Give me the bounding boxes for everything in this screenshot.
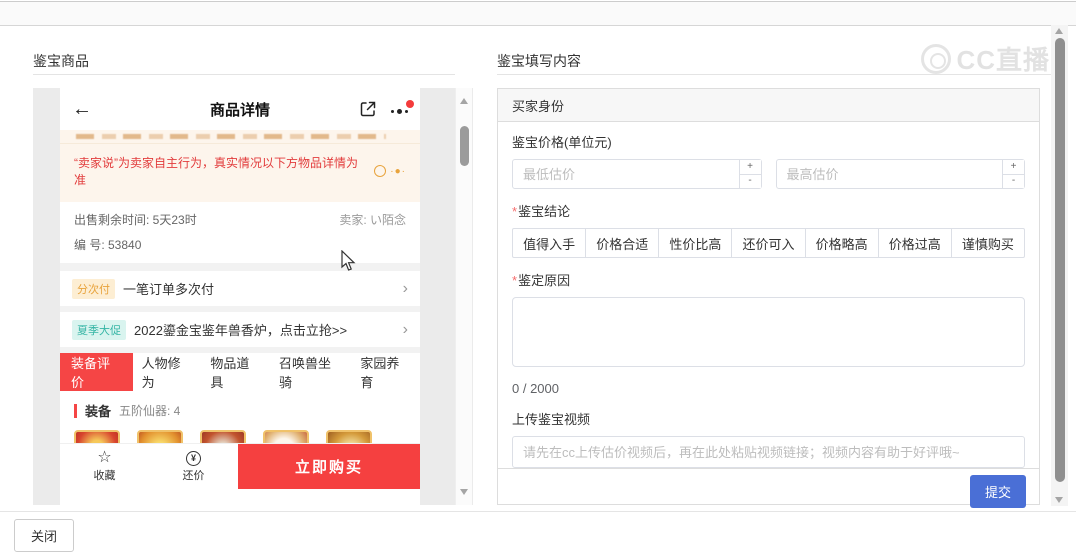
min-price-input-wrap: + - xyxy=(512,159,762,189)
tab-pets[interactable]: 召唤兽坐骑 xyxy=(270,353,351,391)
scroll-down-icon[interactable] xyxy=(1055,497,1063,503)
item-number: 编 号: 53840 xyxy=(74,238,142,252)
reason-textarea[interactable] xyxy=(512,297,1025,367)
tab-home[interactable]: 家园养育 xyxy=(351,353,420,391)
purchase-action-bar: ☆ 收藏 ¥ 还价 立即购买 xyxy=(60,444,420,489)
conclusion-fair-price[interactable]: 价格合适 xyxy=(585,228,660,258)
video-label: 上传鉴宝视频 xyxy=(512,412,591,427)
favorite-label: 收藏 xyxy=(93,470,116,482)
conclusion-label: *鉴宝结论 xyxy=(512,204,571,219)
bargain-label: 还价 xyxy=(182,469,205,482)
tab-character[interactable]: 人物修为 xyxy=(133,353,202,391)
required-asterisk: * xyxy=(512,204,518,219)
conclusion-button-group: 值得入手 价格合适 性价比高 还价可入 价格略高 价格过高 谨慎购买 xyxy=(512,228,1025,258)
product-preview-panel: ← 商品详情 “卖家说”为卖家自主行为，真实情况以下方物品详情为准 ·●· 出售… xyxy=(33,88,473,505)
bargain-icon: ¥ xyxy=(186,450,201,466)
star-icon: ☆ xyxy=(97,449,112,466)
equipment-subtitle: 五阶仙器: 4 xyxy=(119,404,181,418)
conclusion-bargain-ok[interactable]: 还价可入 xyxy=(731,228,806,258)
product-detail-header: ← 商品详情 xyxy=(60,88,420,130)
product-detail-view: ← 商品详情 “卖家说”为卖家自主行为，真实情况以下方物品详情为准 ·●· 出售… xyxy=(60,88,420,505)
conclusion-slightly-high[interactable]: 价格略高 xyxy=(804,228,879,258)
price-label: 鉴宝价格(单位元) xyxy=(512,135,612,150)
scroll-up-icon[interactable] xyxy=(460,98,468,104)
footer-divider xyxy=(0,511,1076,512)
promo-row[interactable]: 夏季大促 2022鎏金宝鉴年兽香炉，点击立抢>> › xyxy=(60,312,420,347)
form-footer: 提交 xyxy=(498,468,1039,513)
appraisal-form-card: 买家身份 鉴宝价格(单位元) + - + - *鉴宝结论 值得入手 价格 xyxy=(497,88,1040,508)
conclusion-too-high[interactable]: 价格过高 xyxy=(877,228,952,258)
reason-label: *鉴定原因 xyxy=(512,273,571,288)
scroll-down-icon[interactable] xyxy=(460,489,468,495)
installment-badge: 分次付 xyxy=(72,278,115,299)
favorite-button[interactable]: ☆ 收藏 xyxy=(60,444,149,489)
installment-text: 一笔订单多次付 xyxy=(123,282,215,297)
max-price-input[interactable] xyxy=(776,166,998,182)
required-asterisk: * xyxy=(512,273,518,288)
more-menu-icon[interactable] xyxy=(391,99,414,114)
min-price-input[interactable] xyxy=(513,166,735,182)
min-price-increment-button[interactable]: + xyxy=(739,160,761,175)
notice-dots-icon: ·●· xyxy=(390,165,406,177)
notification-dot xyxy=(406,99,414,108)
remaining-time: 出售剩余时间: 5天23时 xyxy=(74,213,197,227)
share-icon[interactable] xyxy=(359,100,377,118)
submit-button[interactable]: 提交 xyxy=(969,474,1026,508)
buy-now-button[interactable]: 立即购买 xyxy=(238,444,420,489)
tab-equip-review[interactable]: 装备评价 xyxy=(60,353,133,391)
max-price-input-wrap: + - xyxy=(775,159,1025,189)
seller-notice-text: “卖家说”为卖家自主行为，真实情况以下方物品详情为准 xyxy=(74,156,358,187)
promo-text: 2022鎏金宝鉴年兽香炉，点击立抢>> xyxy=(134,323,348,338)
cc-live-watermark: CC直播 xyxy=(921,40,1050,77)
conclusion-worth-buying[interactable]: 值得入手 xyxy=(512,228,587,258)
top-bar xyxy=(0,1,1076,26)
equipment-title: 装备 xyxy=(85,404,112,419)
chevron-right-icon: › xyxy=(402,279,408,297)
max-price-decrement-button[interactable]: - xyxy=(1003,174,1024,188)
max-price-increment-button[interactable]: + xyxy=(1003,160,1024,175)
page-scrollbar[interactable] xyxy=(1051,25,1068,506)
promo-badge: 夏季大促 xyxy=(72,319,126,340)
installment-row[interactable]: 分次付 一笔订单多次付 › xyxy=(60,271,420,306)
min-price-decrement-button[interactable]: - xyxy=(739,174,761,188)
video-link-input[interactable] xyxy=(512,436,1025,468)
left-panel-title: 鉴宝商品 xyxy=(33,53,89,69)
bargain-button[interactable]: ¥ 还价 xyxy=(149,444,238,489)
sale-info: 出售剩余时间: 5天23时 卖家: い陌念 编 号: 53840 xyxy=(60,202,420,263)
buyer-identity-header: 买家身份 xyxy=(498,89,1039,122)
char-counter: 0 / 2000 xyxy=(512,381,559,396)
section-marker xyxy=(74,403,77,418)
left-panel-divider xyxy=(33,74,455,75)
seller-name: 卖家: い陌念 xyxy=(339,213,406,227)
conclusion-buy-cautiously[interactable]: 谨慎购买 xyxy=(950,228,1025,258)
scrollbar-thumb[interactable] xyxy=(1054,38,1065,482)
clipped-text-line xyxy=(60,130,420,144)
seller-notice: “卖家说”为卖家自主行为，真实情况以下方物品详情为准 ·●· xyxy=(60,144,420,202)
scrollbar-thumb[interactable] xyxy=(460,126,469,166)
category-tabbar: 装备评价 人物修为 物品道具 召唤兽坐骑 家园养育 xyxy=(60,353,420,391)
chevron-right-icon: › xyxy=(402,320,408,338)
conclusion-good-value[interactable]: 性价比高 xyxy=(658,228,733,258)
close-button[interactable]: 关闭 xyxy=(14,519,75,552)
tab-items[interactable]: 物品道具 xyxy=(201,353,270,391)
right-panel-divider xyxy=(497,74,1052,75)
right-panel-title: 鉴宝填写内容 xyxy=(497,53,581,69)
info-icon[interactable] xyxy=(374,165,387,177)
cc-logo-icon xyxy=(921,43,952,74)
scroll-up-icon[interactable] xyxy=(1055,28,1063,34)
back-icon[interactable]: ← xyxy=(72,98,98,121)
left-panel-scrollbar[interactable] xyxy=(455,88,472,505)
